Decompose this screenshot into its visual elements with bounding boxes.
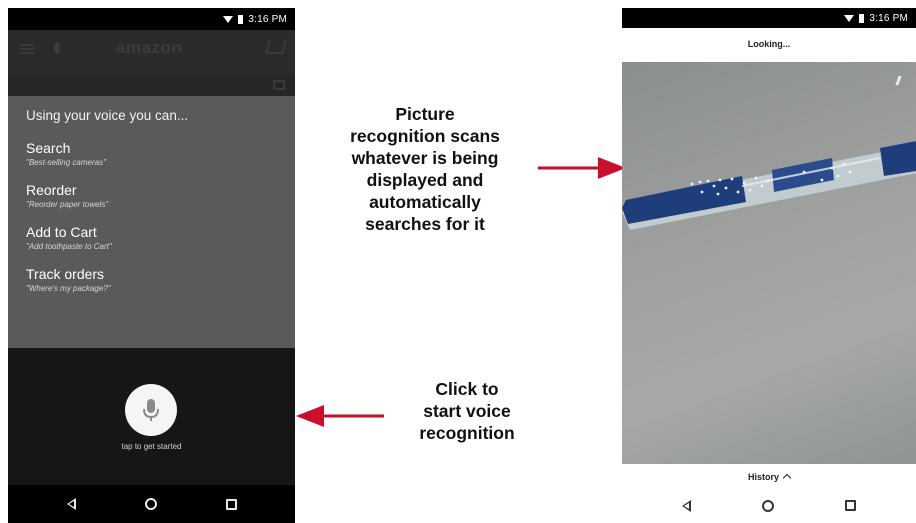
cart-icon[interactable] <box>265 40 287 54</box>
voice-command-track-orders: Track orders "Where's my package?" <box>26 266 277 293</box>
right-phone-screen: 3:16 PM Looking... History <box>622 8 916 523</box>
status-time: 3:16 PM <box>248 13 287 25</box>
home-icon[interactable] <box>761 499 774 512</box>
voice-panel-title: Using your voice you can... <box>26 108 189 123</box>
status-bar: 3:16 PM <box>8 8 295 30</box>
voice-commands-panel: Using your voice you can... Search "Best… <box>8 96 295 348</box>
command-example: "Reorder paper towels" <box>26 200 109 209</box>
caption-line: automatically <box>369 192 481 212</box>
caption-line: Click to <box>435 379 499 399</box>
back-icon[interactable] <box>66 498 76 510</box>
search-bar[interactable] <box>8 76 295 96</box>
battery-icon <box>859 13 865 23</box>
caption-line: Picture <box>395 104 455 124</box>
android-nav-bar <box>8 485 295 523</box>
command-name: Add to Cart <box>26 224 97 240</box>
recent-apps-icon[interactable] <box>225 498 237 510</box>
microphone-icon[interactable] <box>54 42 60 54</box>
android-nav-bar <box>622 488 916 523</box>
app-header: amazon <box>8 30 295 76</box>
back-icon[interactable] <box>681 499 691 512</box>
mic-button[interactable] <box>125 384 177 436</box>
scanning-status: Looking... <box>622 28 916 62</box>
caption-line: whatever is being <box>351 148 499 168</box>
amazon-logo: amazon <box>116 38 183 57</box>
voice-command-search: Search "Best-selling cameras" <box>26 140 277 167</box>
command-example: "Best-selling cameras" <box>26 158 106 167</box>
caption-line: displayed and <box>366 170 484 190</box>
arrow-right-icon <box>538 157 626 179</box>
caption-line: recognition <box>419 423 515 443</box>
camera-viewfinder[interactable] <box>622 62 916 464</box>
camera-icon[interactable] <box>273 80 285 90</box>
voice-recognition-caption: Click to start voice recognition <box>392 378 542 444</box>
voice-start-area: tap to get started <box>8 348 295 485</box>
voice-command-reorder: Reorder "Reorder paper towels" <box>26 182 277 209</box>
tap-to-start-label: tap to get started <box>121 442 182 451</box>
recent-apps-icon[interactable] <box>845 500 857 511</box>
voice-command-add-to-cart: Add to Cart "Add toothpaste to Cart" <box>26 224 277 251</box>
arrow-left-icon <box>296 405 384 427</box>
status-time: 3:16 PM <box>869 12 908 24</box>
battery-icon <box>238 14 244 24</box>
history-toggle[interactable]: History <box>622 464 916 488</box>
command-name: Search <box>26 140 71 156</box>
wifi-icon <box>844 14 855 22</box>
microphone-icon <box>143 399 159 421</box>
caption-line: searches for it <box>365 214 485 234</box>
menu-icon[interactable] <box>20 44 34 54</box>
home-icon[interactable] <box>144 498 157 510</box>
chevron-up-icon <box>782 473 792 483</box>
command-name: Reorder <box>26 182 77 198</box>
left-phone-screen: 3:16 PM amazon Using your voice you can.… <box>8 8 295 523</box>
wifi-icon <box>223 15 234 23</box>
status-bar: 3:16 PM <box>622 8 916 28</box>
caption-line: start voice <box>423 401 511 421</box>
picture-recognition-caption: Picture recognition scans whatever is be… <box>318 103 532 235</box>
caption-line: recognition scans <box>350 126 500 146</box>
history-label: History <box>747 472 779 482</box>
scanned-pen-image <box>622 141 916 230</box>
command-example: "Where's my package?" <box>26 284 111 293</box>
command-name: Track orders <box>26 266 105 282</box>
command-example: "Add toothpaste to Cart" <box>26 242 112 251</box>
